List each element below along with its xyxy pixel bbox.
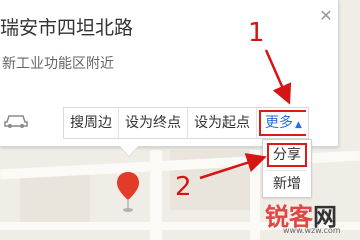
- more-button[interactable]: 更多 ▲: [259, 110, 306, 136]
- callout-step-2: 2: [175, 172, 192, 202]
- set-origin-button[interactable]: 设为起点: [188, 108, 257, 138]
- place-address: 新工业功能区附近: [2, 56, 114, 72]
- callout-step-1: 1: [248, 18, 265, 48]
- place-title: 瑞安市四坦北路: [0, 17, 134, 39]
- more-menu: 分享 新增: [262, 139, 312, 198]
- map-pin-icon[interactable]: [116, 170, 140, 214]
- watermark-url: www.wzw.com: [283, 226, 341, 235]
- more-label: 更多: [265, 115, 293, 131]
- set-destination-button[interactable]: 设为终点: [119, 108, 188, 138]
- add-menu-item[interactable]: 新增: [263, 171, 311, 197]
- action-bar: 搜周边 设为终点 设为起点 更多 ▲: [63, 107, 309, 139]
- share-menu-item[interactable]: 分享: [267, 143, 307, 167]
- close-icon[interactable]: ✕: [318, 8, 334, 24]
- location-popup: 瑞安市四坦北路 新工业功能区附近 ✕ 搜周边 设为终点 设为起点 更多 ▲: [0, 0, 339, 147]
- car-icon[interactable]: [3, 113, 29, 129]
- search-nearby-button[interactable]: 搜周边: [64, 108, 119, 138]
- map-block: [20, 175, 90, 225]
- popup-tail: [120, 146, 138, 156]
- caret-up-icon: ▲: [295, 120, 302, 130]
